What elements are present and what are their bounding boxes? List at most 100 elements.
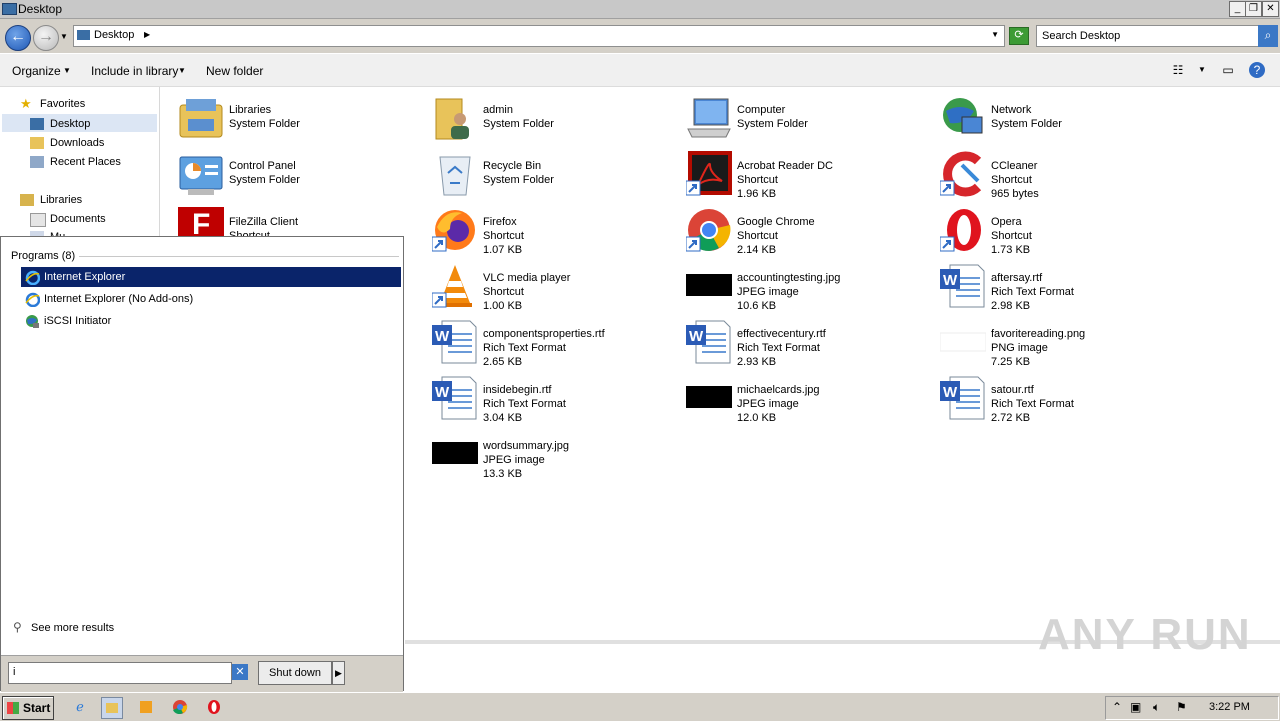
file-item[interactable]: VLC media player Shortcut 1.00 KB (431, 263, 682, 317)
file-item[interactable]: Control Panel System Folder (178, 151, 428, 205)
file-item[interactable]: CCleaner Shortcut 965 bytes (939, 151, 1190, 205)
header-divider (79, 256, 399, 257)
taskbar: Start ℯ ⌃ ▣ 🔈︎ ⚑ 3:22 PM (0, 692, 1280, 721)
png-thumbnail-icon (939, 319, 987, 365)
libraries-icon (20, 194, 34, 206)
window-title: Desktop (18, 2, 63, 16)
view-options-chevron-icon[interactable]: ▼ (1194, 62, 1210, 78)
recent-pages-chevron-icon[interactable]: ▼ (60, 32, 68, 41)
internet-explorer-icon (25, 270, 41, 286)
navigation-pane: ★ Favorites Desktop Downloads Recent Pla… (0, 87, 160, 243)
explorer-window-icon (2, 3, 17, 15)
recent-places-icon (30, 156, 44, 168)
file-item[interactable]: michaelcards.jpg JPEG image 12.0 KB (686, 375, 936, 429)
program-item-internet-explorer[interactable]: Internet Explorer (21, 267, 401, 287)
file-item[interactable]: Recycle Bin System Folder (432, 151, 682, 205)
command-bar: Organize ▼ Include in library ▼ New fold… (0, 54, 1280, 87)
file-item[interactable]: accountingtesting.jpg JPEG image 10.6 KB (686, 263, 936, 317)
ccleaner-icon (939, 151, 986, 197)
taskbar-explorer-icon[interactable] (101, 697, 123, 719)
taskbar-chrome-icon[interactable] (170, 697, 190, 717)
file-item[interactable]: wordsummary.jpg JPEG image 13.3 KB (432, 431, 682, 485)
maximize-button[interactable]: ❐ (1245, 1, 1262, 17)
network-tray-icon[interactable]: ▣ (1130, 700, 1141, 714)
start-button[interactable]: Start (2, 696, 54, 720)
file-item[interactable]: Computer System Folder (686, 95, 936, 149)
show-hidden-icons-chevron-icon[interactable]: ⌃ (1112, 700, 1122, 714)
svg-text:W: W (943, 272, 958, 289)
volume-icon[interactable]: 🔈︎ (1153, 700, 1160, 715)
help-icon[interactable]: ? (1249, 62, 1265, 78)
svg-text:W: W (689, 328, 704, 345)
chrome-icon (685, 207, 732, 253)
internet-explorer-icon (25, 292, 41, 308)
organize-button[interactable]: Organize (12, 64, 61, 78)
documents-icon (30, 213, 46, 227)
user-folder-icon (432, 95, 478, 141)
address-dropdown-icon[interactable]: ▼ (991, 30, 999, 39)
start-menu-footer: i ✕ Shut down ▶ (1, 655, 403, 692)
taskbar-internet-explorer-icon[interactable]: ℯ (70, 697, 90, 717)
file-item[interactable]: W aftersay.rtf Rich Text Format 2.98 KB (940, 263, 1190, 317)
refresh-button[interactable]: ⟳ (1009, 27, 1029, 45)
file-item[interactable]: Libraries System Folder (178, 95, 428, 149)
file-item[interactable]: W componentsproperties.rtf Rich Text For… (432, 319, 682, 373)
magnifier-icon: ⚲ (13, 620, 22, 634)
program-item-iscsi-initiator[interactable]: iSCSI Initiator (21, 311, 401, 331)
file-item[interactable]: admin System Folder (432, 95, 682, 149)
file-item[interactable]: favoritereading.png PNG image 7.25 KB (939, 319, 1190, 373)
preview-pane-icon[interactable]: ▭ (1220, 62, 1236, 78)
start-search-value: i (13, 666, 16, 678)
program-item-internet-explorer-no-addons[interactable]: Internet Explorer (No Add-ons) (21, 289, 401, 309)
clear-search-icon[interactable]: ✕ (232, 664, 248, 680)
acrobat-icon (685, 151, 732, 197)
file-item[interactable]: W satour.rtf Rich Text Format 2.72 KB (940, 375, 1190, 429)
file-item[interactable]: W effectivecentury.rtf Rich Text Format … (686, 319, 936, 373)
shutdown-options-arrow-icon[interactable]: ▶ (332, 661, 345, 685)
svg-text:W: W (435, 328, 450, 345)
window-title-bar: Desktop _ ❐ ✕ (0, 0, 1280, 19)
downloads-folder-icon (30, 137, 44, 149)
new-folder-button[interactable]: New folder (206, 64, 263, 78)
file-item[interactable]: Network System Folder (940, 95, 1190, 149)
search-icon[interactable]: ⌕ (1258, 25, 1278, 47)
file-item[interactable]: Google Chrome Shortcut 2.14 KB (685, 207, 936, 261)
search-input[interactable]: Search Desktop (1036, 25, 1260, 47)
breadcrumb-chevron-icon[interactable]: ▶ (144, 30, 150, 39)
rtf-icon: W (432, 375, 478, 421)
minimize-button[interactable]: _ (1229, 1, 1246, 17)
rtf-icon: W (940, 263, 986, 309)
address-toolbar: ← → ▼ Desktop ▶ ▼ ⟳ Search Desktop ⌕ (0, 19, 1280, 53)
programs-header: Programs (8) (11, 250, 76, 262)
file-item[interactable]: Firefox Shortcut 1.07 KB (431, 207, 682, 261)
include-in-library-button[interactable]: Include in library (91, 64, 178, 78)
star-icon: ★ (20, 96, 32, 111)
desktop-icon (77, 30, 90, 40)
desktop-icon (30, 118, 44, 130)
svg-text:F: F (192, 208, 210, 237)
start-menu: Programs (8) Internet Explorer Internet … (0, 236, 404, 692)
svg-text:W: W (943, 384, 958, 401)
file-item[interactable]: Opera Shortcut 1.73 KB (939, 207, 1190, 261)
taskbar-media-player-icon[interactable] (136, 697, 156, 717)
back-button[interactable]: ← (5, 25, 31, 51)
address-path: Desktop (94, 29, 135, 41)
address-bar[interactable]: Desktop ▶ ▼ (73, 25, 1005, 47)
start-search-input[interactable]: i (8, 662, 232, 684)
close-button[interactable]: ✕ (1262, 1, 1279, 17)
jpeg-thumbnail-icon (686, 263, 732, 309)
taskbar-clock[interactable]: 3:22 PM (1209, 701, 1250, 713)
iscsi-globe-icon (25, 314, 40, 329)
file-item[interactable]: W insidebegin.rtf Rich Text Format 3.04 … (432, 375, 682, 429)
computer-icon (686, 95, 732, 141)
action-center-flag-icon[interactable]: ⚑ (1176, 700, 1187, 714)
shutdown-button[interactable]: Shut down (258, 661, 332, 685)
change-view-icon[interactable]: ☷ (1170, 62, 1186, 78)
taskbar-opera-icon[interactable] (204, 697, 224, 717)
rtf-icon: W (432, 319, 478, 365)
vlc-icon (431, 263, 478, 309)
system-tray: ⌃ ▣ 🔈︎ ⚑ 3:22 PM (1105, 696, 1279, 720)
organize-chevron-icon: ▼ (63, 66, 71, 75)
file-item[interactable]: Acrobat Reader DC Shortcut 1.96 KB (685, 151, 936, 205)
forward-button[interactable]: → (33, 25, 59, 51)
